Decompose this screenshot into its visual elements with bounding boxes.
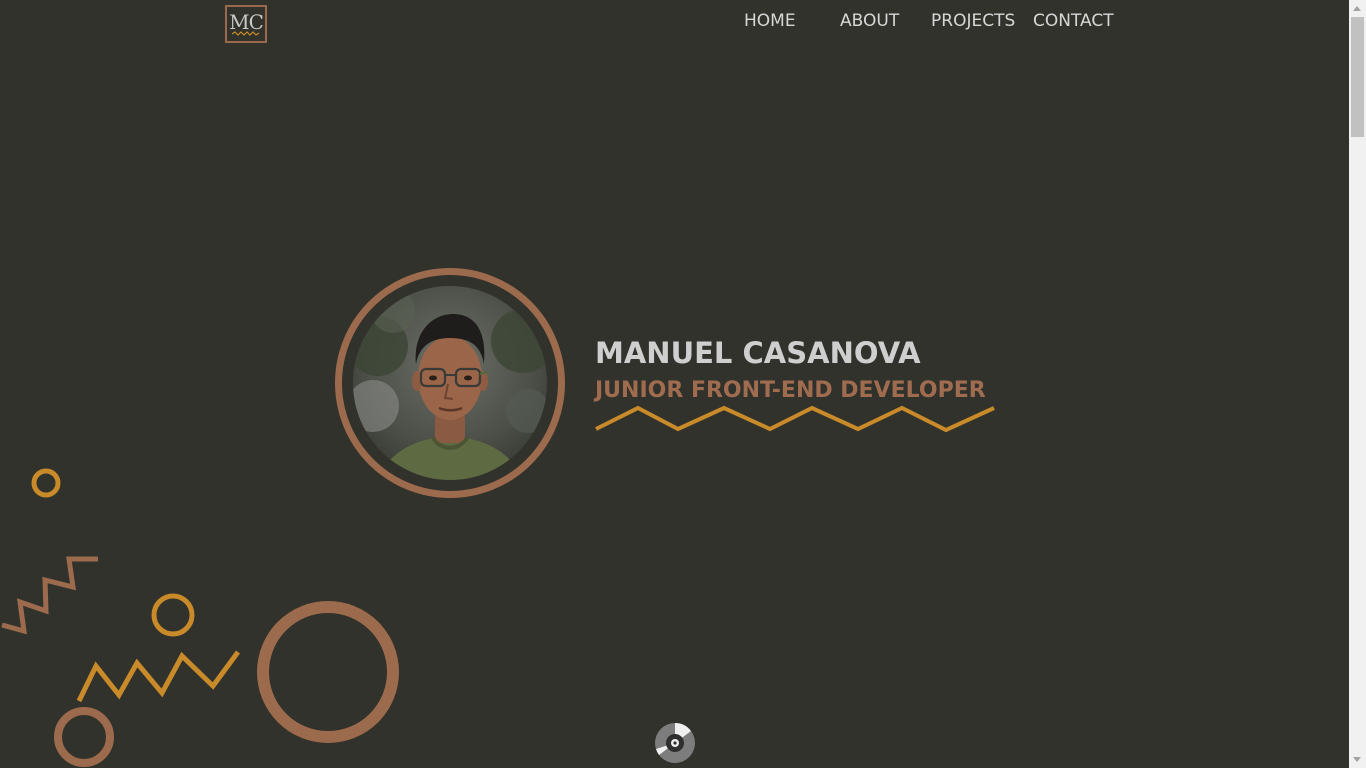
nav-about-link[interactable]: ABOUT [840, 10, 899, 32]
background-shapes-decoration [1, 468, 399, 767]
page: MC HOME ABOUT PROJECTS CONTACT MANUEL CA… [0, 0, 1366, 768]
nav-contact-link[interactable]: CONTACT [1033, 10, 1114, 32]
scroll-up-arrow-icon[interactable] [1353, 6, 1361, 11]
vertical-scrollbar[interactable] [1349, 0, 1366, 768]
nav-home-link[interactable]: HOME [744, 10, 796, 32]
vinyl-disc-icon [655, 723, 695, 763]
scroll-down-button[interactable] [654, 722, 696, 764]
scroll-down-arrow-icon[interactable] [1353, 757, 1361, 762]
hero-zigzag-decoration [595, 405, 995, 433]
nav-projects-link[interactable]: PROJECTS [931, 10, 1015, 32]
hero-name: MANUEL CASANOVA [595, 336, 921, 370]
scrollbar-thumb[interactable] [1351, 17, 1364, 137]
